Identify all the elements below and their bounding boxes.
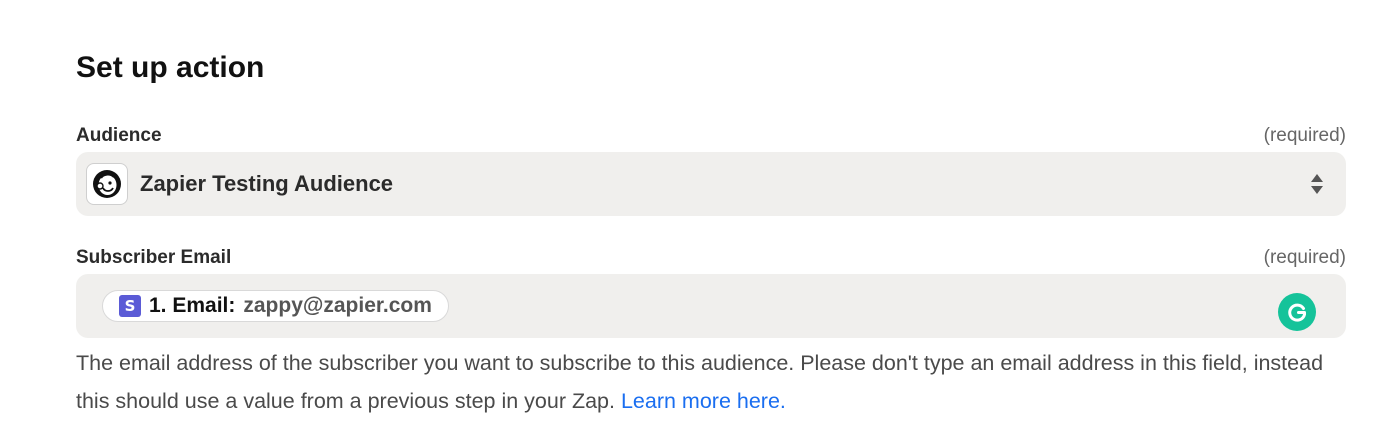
- subscriber-email-help: The email address of the subscriber you …: [76, 344, 1356, 420]
- step-app-icon: S: [119, 295, 141, 317]
- subscriber-email-label: Subscriber Email: [76, 247, 232, 268]
- email-required-hint: (required): [1263, 247, 1346, 268]
- audience-label: Audience: [76, 125, 162, 146]
- mailchimp-icon: [86, 163, 128, 205]
- email-label-row: Subscriber Email (required): [76, 246, 1346, 270]
- mapped-field-pill[interactable]: S 1. Email: zappy@zapier.com: [102, 290, 449, 322]
- audience-selected-value: Zapier Testing Audience: [140, 171, 394, 196]
- audience-required-hint: (required): [1263, 125, 1346, 146]
- select-arrows-icon: [1310, 172, 1324, 196]
- grammarly-icon[interactable]: [1278, 293, 1316, 331]
- section-title: Set up action: [76, 51, 265, 84]
- audience-label-row: Audience (required): [76, 124, 1346, 148]
- pill-key: 1. Email:: [149, 294, 236, 317]
- pill-value: zappy@zapier.com: [243, 294, 432, 317]
- subscriber-email-input[interactable]: S 1. Email: zappy@zapier.com: [76, 274, 1346, 338]
- setup-action-panel: Set up action Audience (required) Zapier…: [0, 0, 1400, 442]
- learn-more-link[interactable]: Learn more here.: [621, 389, 786, 413]
- audience-select[interactable]: Zapier Testing Audience: [76, 152, 1346, 216]
